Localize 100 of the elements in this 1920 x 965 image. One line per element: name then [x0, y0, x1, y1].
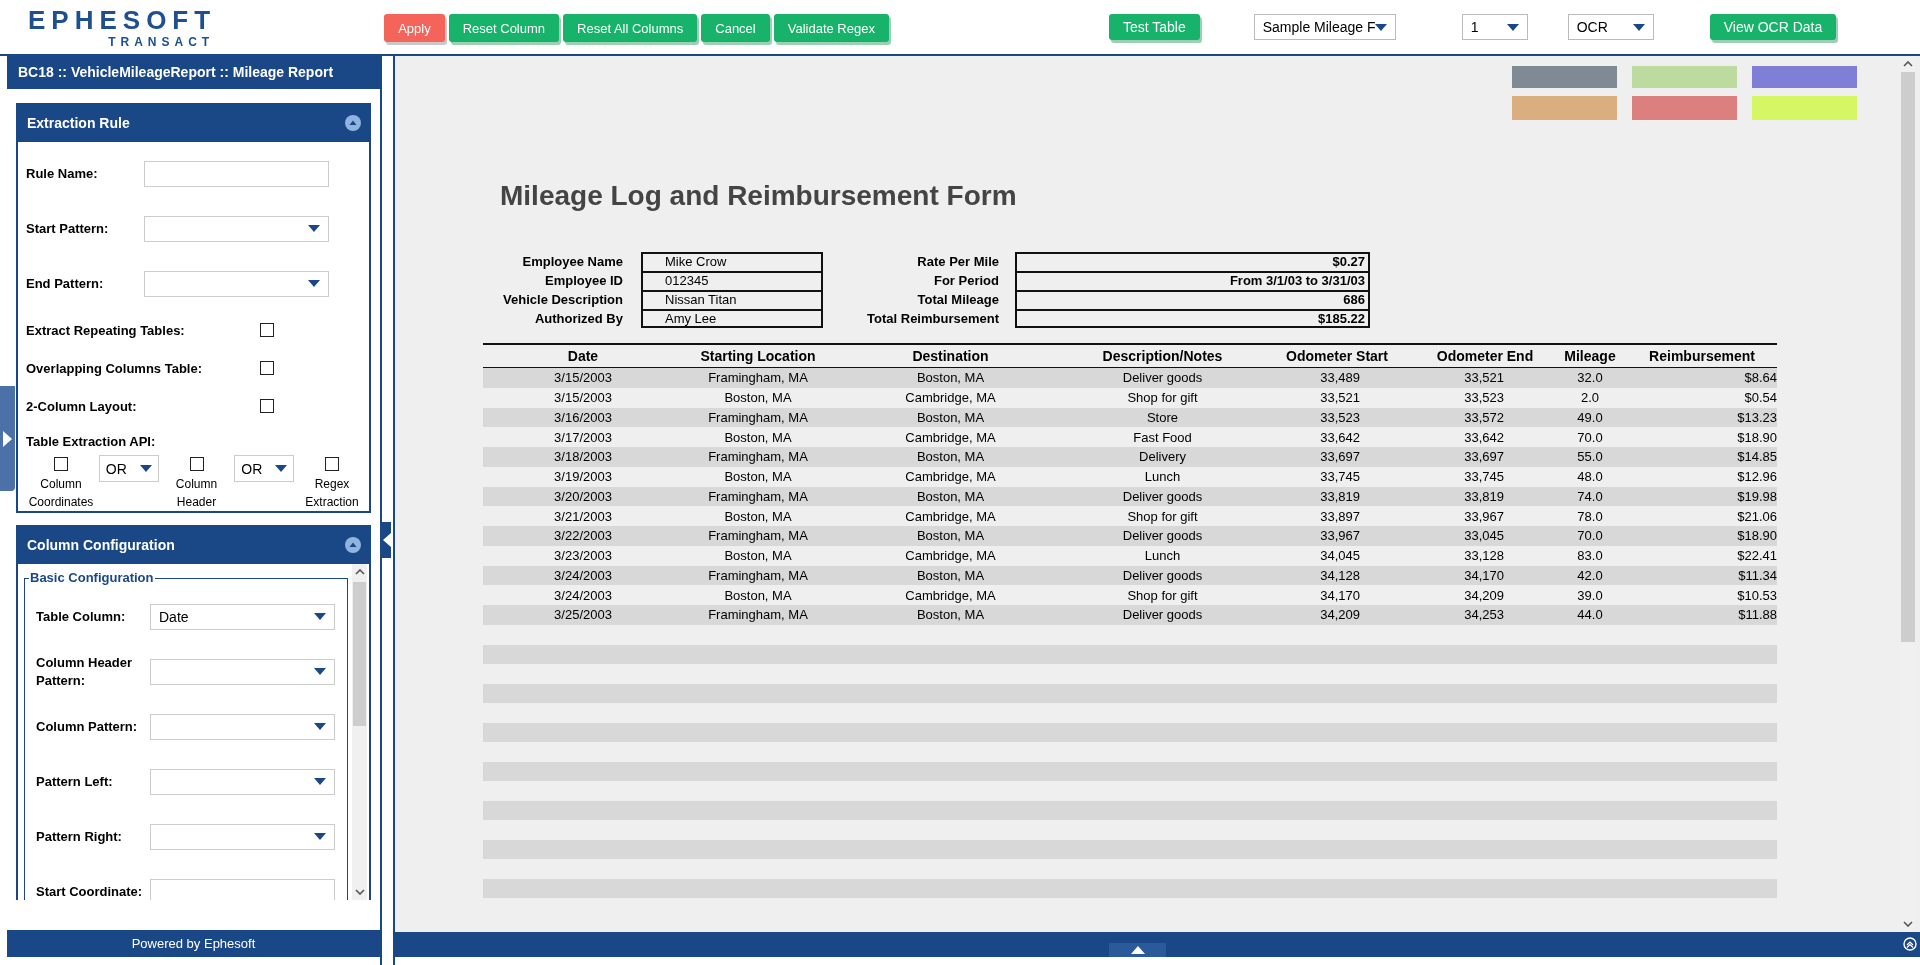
- color-swatch[interactable]: [1512, 66, 1617, 88]
- dropdown-field[interactable]: Date: [150, 603, 335, 630]
- scroll-up-icon[interactable]: [354, 569, 365, 575]
- table-cell-text: 34,209: [1319, 607, 1361, 623]
- table-cell-text: Boston, MA: [723, 390, 793, 406]
- table-cell-text: 3/24/2003: [553, 587, 613, 603]
- operator-dropdown[interactable]: OR: [98, 455, 159, 482]
- table-cell-text: $19.98: [1736, 488, 1777, 504]
- toolbar-button[interactable]: Cancel: [701, 14, 770, 42]
- color-swatch[interactable]: [1512, 96, 1617, 120]
- checkbox[interactable]: [260, 361, 274, 375]
- table-cell-text: 34,170: [1319, 587, 1361, 603]
- dropdown-field[interactable]: [150, 768, 335, 795]
- table-cell-text: 78.0: [1576, 508, 1604, 524]
- table-cell-text: Boston, MA: [915, 607, 986, 623]
- table-cell-text: 3/25/2003: [553, 607, 613, 623]
- color-swatch[interactable]: [1632, 96, 1737, 120]
- table-cell-text: $10.53: [1736, 587, 1777, 603]
- column-header: Mileage: [1563, 348, 1617, 364]
- table-cell-text: $21.06: [1736, 508, 1777, 524]
- table-cell-text: 34,128: [1319, 567, 1361, 583]
- collapse-panel-tab[interactable]: [382, 522, 391, 558]
- table-cell-text: Boston, MA: [915, 528, 986, 544]
- dropdown[interactable]: 1: [1461, 14, 1528, 40]
- table-cell-text: 34,170: [1463, 567, 1505, 583]
- input-field[interactable]: [150, 878, 335, 900]
- table-cell-text: Boston, MA: [723, 469, 793, 485]
- input-field[interactable]: [144, 160, 329, 187]
- caret-icon: [308, 225, 320, 232]
- vertical-scrollbar[interactable]: [352, 564, 367, 900]
- dropdown-field[interactable]: [150, 658, 335, 685]
- dropdown[interactable]: Sample Mileage F: [1253, 14, 1396, 40]
- scroll-down-icon[interactable]: [354, 889, 365, 895]
- caret-icon: [1632, 23, 1645, 31]
- form-title: Mileage Log and Reimbursement Form: [500, 180, 1018, 212]
- toolbar-button[interactable]: Reset Column: [448, 14, 560, 42]
- toolbar-button[interactable]: Reset All Columns: [563, 14, 698, 42]
- scroll-down-icon[interactable]: [1902, 921, 1913, 927]
- scroll-up-icon[interactable]: [1902, 61, 1913, 67]
- collapse-icon[interactable]: [345, 536, 361, 553]
- test-table-button[interactable]: Test Table: [1108, 14, 1200, 40]
- table-cell-text: $13.23: [1736, 409, 1777, 425]
- toolbar-button[interactable]: Validate Regex: [773, 14, 889, 42]
- color-swatch[interactable]: [1752, 96, 1857, 120]
- dropdown-field[interactable]: [150, 823, 335, 850]
- toolbar-button[interactable]: Apply: [384, 14, 445, 42]
- dropdown[interactable]: OCR: [1567, 14, 1654, 40]
- table-cell-text: Boston, MA: [723, 429, 793, 445]
- dropdown-field[interactable]: [144, 215, 329, 242]
- field-label: Extract Repeating Tables:: [26, 322, 186, 338]
- checkbox[interactable]: [325, 457, 339, 471]
- checkbox[interactable]: [54, 457, 68, 471]
- table-cell-text: 33,045: [1463, 528, 1505, 544]
- table-cell-text: Cambridge, MA: [904, 548, 997, 564]
- field-label: Rate Per Mile: [916, 254, 1000, 269]
- field-label: Table Extraction API:: [26, 433, 157, 451]
- table-cell-text: Lunch: [1143, 469, 1182, 485]
- table-cell-text: Cambridge, MA: [904, 390, 997, 406]
- field-value: Nissan Titan: [641, 290, 823, 309]
- scroll-top-icon[interactable]: [1903, 937, 1917, 951]
- checkbox[interactable]: [260, 399, 274, 413]
- expand-up-button[interactable]: [1109, 943, 1166, 957]
- caret-icon: [314, 833, 326, 840]
- column-header: Starting Location: [699, 348, 817, 364]
- table-cell-text: Boston, MA: [723, 587, 793, 603]
- table-cell-text: $11.34: [1737, 567, 1777, 583]
- table-cell-text: Framingham, MA: [707, 409, 809, 425]
- color-swatch[interactable]: [1632, 66, 1737, 88]
- dropdown-field[interactable]: [150, 713, 335, 740]
- table-cell-text: Deliver goods: [1121, 370, 1204, 386]
- field-label: Vehicle Description: [502, 292, 624, 307]
- table-cell-text: Cambridge, MA: [904, 587, 997, 603]
- table-cell-text: Cambridge, MA: [904, 469, 997, 485]
- caret-icon: [1506, 23, 1519, 31]
- sidebar-footer: Powered by Ephesoft: [7, 930, 380, 957]
- table-cell-text: 33,967: [1463, 508, 1505, 524]
- dropdown-field[interactable]: [144, 270, 329, 297]
- column-header: Reimbursement: [1648, 348, 1756, 364]
- table-cell-text: 3/17/2003: [553, 429, 613, 445]
- checkbox[interactable]: [260, 323, 274, 337]
- table-cell-text: Boston, MA: [915, 567, 986, 583]
- expand-panel-tab[interactable]: [0, 386, 15, 491]
- table-cell-text: 32.0: [1576, 370, 1604, 386]
- field-label: Start Pattern:: [26, 221, 110, 236]
- checkbox-label: Column Coordinates: [27, 476, 95, 511]
- table-cell-text: 34,209: [1463, 587, 1505, 603]
- table-cell-text: 33,521: [1463, 370, 1505, 386]
- table-cell-text: 33,523: [1319, 409, 1361, 425]
- table-cell-text: 48.0: [1576, 469, 1604, 485]
- table-cell-text: 34,045: [1319, 548, 1361, 564]
- operator-dropdown[interactable]: OR: [234, 455, 295, 482]
- color-swatch[interactable]: [1752, 66, 1857, 88]
- table-cell-text: Store: [1145, 409, 1180, 425]
- view-ocr-data-button[interactable]: View OCR Data: [1709, 14, 1837, 40]
- collapse-icon[interactable]: [345, 114, 361, 131]
- table-cell-text: 33,745: [1463, 469, 1505, 485]
- field-label: Rule Name:: [26, 166, 99, 181]
- checkbox[interactable]: [189, 457, 204, 471]
- table-cell-text: $12.96: [1736, 469, 1777, 485]
- column-header: Destination: [911, 348, 990, 364]
